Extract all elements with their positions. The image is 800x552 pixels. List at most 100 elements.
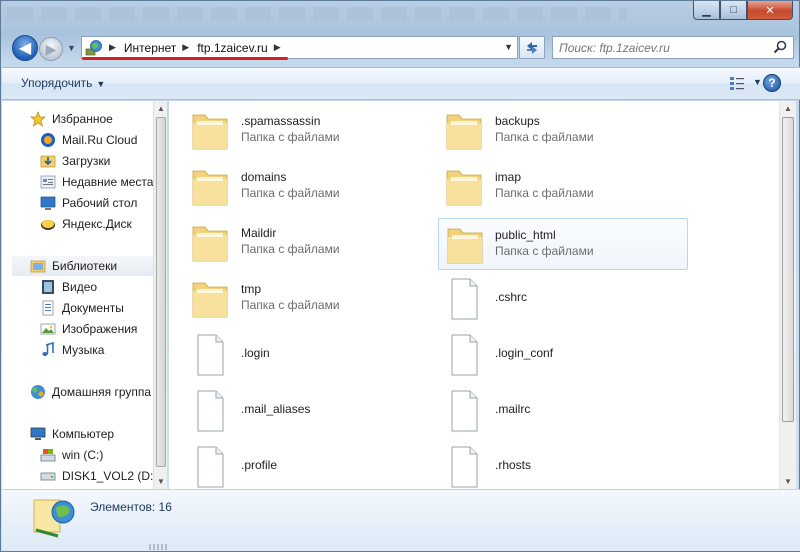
recent-pages-dropdown[interactable]: ▼ <box>67 43 76 53</box>
homegroup-icon <box>31 385 45 399</box>
file-name: .mail_aliases <box>241 402 311 416</box>
pane-resize-grip[interactable] <box>149 544 169 550</box>
file-tile-spamassassin[interactable]: .spamassassin Папка с файлами <box>169 105 419 157</box>
nav-item-video[interactable]: Видео <box>40 277 97 297</box>
file-icon <box>197 334 224 376</box>
file-name: domains <box>241 170 287 184</box>
address-bar[interactable]: ▶ Интернет ▶ ftp.1zaicev.ru ▶ ▼ <box>81 36 518 59</box>
search-box[interactable] <box>552 36 794 59</box>
nav-label: Видео <box>62 280 98 294</box>
nav-item-downloads[interactable]: Загрузки <box>40 151 110 171</box>
folder-icon <box>192 282 228 318</box>
folder-icon <box>446 170 482 206</box>
file-tile-mail-aliases[interactable]: .mail_aliases <box>169 385 419 437</box>
navigation-pane-scrollbar[interactable]: ▲ ▼ <box>153 101 167 489</box>
breadcrumb-separator: ▶ <box>182 42 190 52</box>
organize-button[interactable]: Упорядочить ▼ <box>21 76 105 90</box>
file-tile-imap[interactable]: imap Папка с файлами <box>423 161 673 213</box>
system-drive-icon <box>40 449 56 462</box>
file-tile-profile[interactable]: .profile <box>169 441 419 489</box>
nav-item-yandex-disk[interactable]: Яндекс.Диск <box>40 214 132 234</box>
nav-item-desktop[interactable]: Рабочий стол <box>40 193 137 213</box>
folder-icon <box>447 228 483 264</box>
breadcrumb-internet[interactable]: Интернет <box>124 41 176 55</box>
file-tile-tmp[interactable]: tmp Папка с файлами <box>169 273 419 325</box>
file-tile-maildir[interactable]: Maildir Папка с файлами <box>169 217 419 269</box>
nav-item-drive-c[interactable]: win (C:) <box>40 445 103 465</box>
file-name: public_html <box>495 228 556 242</box>
recent-places-icon <box>40 175 56 189</box>
nav-label: Музыка <box>62 343 105 357</box>
nav-label: Яндекс.Диск <box>62 217 132 231</box>
search-icon[interactable] <box>773 40 787 54</box>
yandex-disk-icon <box>41 220 55 230</box>
window-controls: ▁ □ ✕ <box>693 1 793 20</box>
file-tile-rhosts[interactable]: .rhosts <box>423 441 673 489</box>
libraries-icon <box>30 260 46 273</box>
scroll-down-arrow[interactable]: ▼ <box>157 477 165 486</box>
file-name: .login <box>241 346 270 360</box>
nav-item-documents[interactable]: Документы <box>40 298 124 318</box>
nav-homegroup[interactable]: Домашняя группа <box>30 382 151 402</box>
item-count: Элементов: 16 <box>90 500 172 514</box>
nav-computer[interactable]: Компьютер <box>30 424 114 444</box>
folder-icon <box>192 114 228 150</box>
highlight-underline <box>82 57 288 60</box>
desktop-icon <box>40 196 56 210</box>
breadcrumb-ftp-host[interactable]: ftp.1zaicev.ru <box>197 41 267 55</box>
address-dropdown[interactable]: ▼ <box>504 42 513 52</box>
nav-item-pictures[interactable]: Изображения <box>40 319 137 339</box>
cloud-icon <box>41 133 55 147</box>
file-tile-domains[interactable]: domains Папка с файлами <box>169 161 419 213</box>
ftp-location-icon <box>33 499 75 538</box>
file-name: .mailrc <box>495 402 531 416</box>
nav-label: Рабочий стол <box>62 196 138 210</box>
file-name: backups <box>495 114 540 128</box>
forward-button[interactable]: ▶ <box>39 37 63 61</box>
close-button[interactable]: ✕ <box>747 1 793 20</box>
video-icon <box>42 280 54 294</box>
nav-libraries[interactable]: Библиотеки <box>12 256 153 276</box>
nav-label: Mail.Ru Cloud <box>62 133 138 147</box>
scroll-up-arrow[interactable]: ▲ <box>784 104 792 113</box>
scrollbar-thumb[interactable] <box>156 117 166 467</box>
refresh-button[interactable] <box>519 36 545 59</box>
file-name: .cshrc <box>495 290 528 304</box>
minimize-button[interactable]: ▁ <box>693 1 720 20</box>
nav-label: Домашняя группа <box>52 385 152 399</box>
file-icon <box>451 390 478 432</box>
file-icon <box>451 278 478 320</box>
nav-label: Компьютер <box>52 427 115 441</box>
nav-item-drive-d[interactable]: DISK1_VOL2 (D:) <box>40 466 153 486</box>
file-tile-public-html[interactable]: public_html Папка с файлами <box>438 218 688 270</box>
scroll-up-arrow[interactable]: ▲ <box>157 104 165 113</box>
back-button[interactable]: ◀ <box>12 35 38 61</box>
nav-item-music[interactable]: Музыка <box>40 340 104 360</box>
nav-label: Документы <box>62 301 124 315</box>
pictures-icon <box>40 323 56 335</box>
file-name: .profile <box>241 458 278 472</box>
file-type: Папка с файлами <box>495 186 594 200</box>
nav-item-recent-places[interactable]: Недавние места <box>40 172 153 192</box>
file-type: Папка с файлами <box>241 130 340 144</box>
help-button[interactable]: ? <box>763 74 781 92</box>
folder-icon <box>446 114 482 150</box>
file-list-scrollbar[interactable]: ▲ ▼ <box>779 101 796 489</box>
file-tile-login[interactable]: .login <box>169 329 419 381</box>
search-input[interactable] <box>553 37 763 58</box>
scroll-down-arrow[interactable]: ▼ <box>784 477 792 486</box>
file-tile-backups[interactable]: backups Папка с файлами <box>423 105 673 157</box>
nav-label: win (C:) <box>62 448 104 462</box>
view-options-dropdown[interactable]: ▼ <box>753 77 762 87</box>
nav-favorites[interactable]: Избранное <box>30 109 113 129</box>
arrow-right-icon: ▶ <box>45 40 57 57</box>
file-tile-login-conf[interactable]: .login_conf <box>423 329 673 381</box>
hard-drive-icon <box>40 472 56 481</box>
maximize-button[interactable]: □ <box>720 1 747 20</box>
file-tile-mailrc[interactable]: .mailrc <box>423 385 673 437</box>
file-tile-cshrc[interactable]: .cshrc <box>423 273 673 325</box>
nav-item-mailru-cloud[interactable]: Mail.Ru Cloud <box>40 130 137 150</box>
file-type: Папка с файлами <box>241 186 340 200</box>
change-view-icon[interactable] <box>729 75 745 91</box>
scrollbar-thumb[interactable] <box>782 117 794 422</box>
